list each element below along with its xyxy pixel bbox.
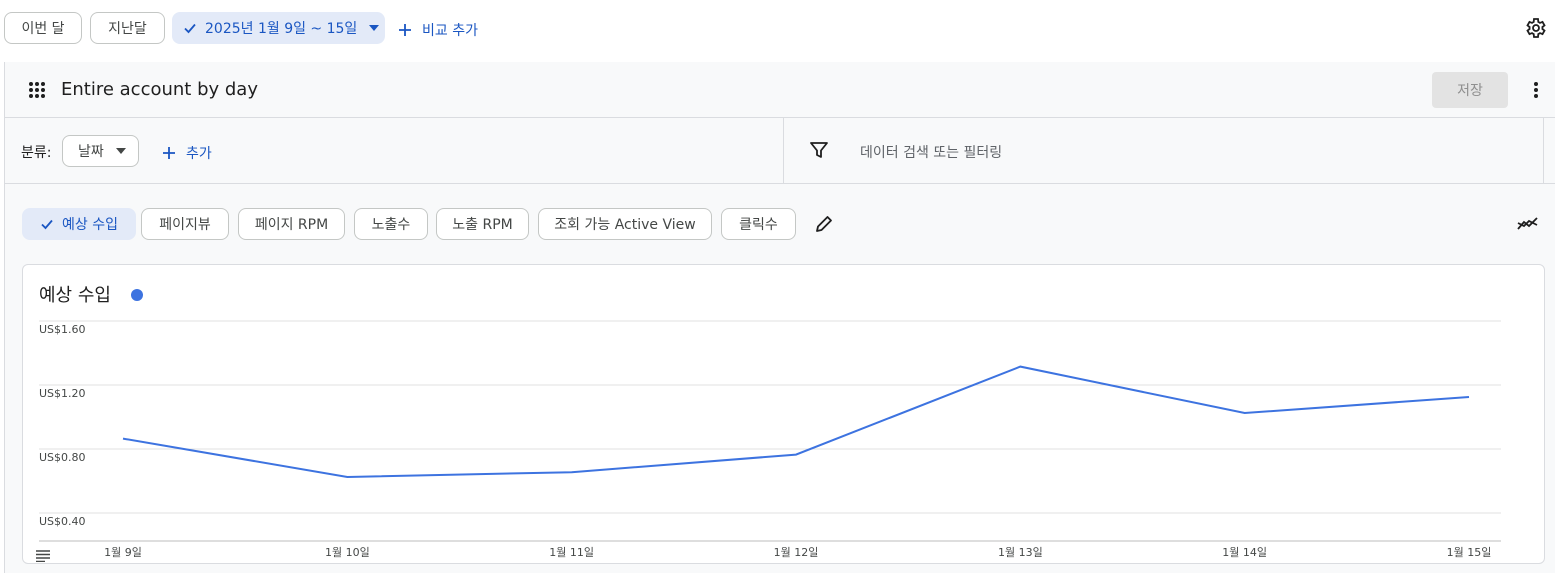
line-chart: US$0.40 US$0.80 US$1.20 US$1.60 1월 9일 1월 10일 1… [39,320,1501,559]
check-icon [183,21,197,35]
metric-label: 페이지뷰 [159,217,211,233]
last-month-label: 지난달 [108,21,147,37]
x-tick-label: 1월 15일 [1447,545,1492,559]
metric-chip-estimated-earnings[interactable]: 예상 수입 [22,208,136,240]
last-month-chip[interactable]: 지난달 [90,12,165,44]
this-month-chip[interactable]: 이번 달 [4,12,82,44]
divider [1543,118,1544,183]
metric-chip-clicks[interactable]: 클릭수 [721,208,796,240]
check-icon [40,217,54,231]
y-tick-label: US$1.20 [39,387,86,400]
add-compare-button[interactable]: 비교 추가 [398,20,478,40]
settings-gear-icon[interactable] [1523,16,1547,40]
metric-chip-page-rpm[interactable]: 페이지 RPM [238,208,345,240]
edit-pencil-icon[interactable] [814,214,834,238]
date-range-selector[interactable]: 2025년 1월 9일 ~ 15일 [172,12,385,44]
breakdown-value: 날짜 [78,144,104,160]
report-header: Entire account by day 저장 [5,62,1555,118]
report-panel: Entire account by day 저장 분류: 날짜 추가 데이터 검… [4,62,1555,573]
divider [783,118,784,183]
metric-chip-impressions[interactable]: 노출수 [354,208,428,240]
y-tick-label: US$0.40 [39,515,86,528]
this-month-label: 이번 달 [21,21,65,37]
search-filter-input[interactable]: 데이터 검색 또는 필터링 [860,142,1002,162]
chart-card: 예상 수입 US$0.40 US$0.80 US$1.20 US$1.60 1월 9일 1… [22,264,1545,564]
metric-chip-active-view[interactable]: 조회 가능 Active View [538,208,712,240]
add-compare-label: 비교 추가 [422,23,478,39]
y-tick-label: US$0.80 [39,451,86,464]
metric-label: 페이지 RPM [254,217,329,233]
x-tick-label: 1월 11일 [549,545,594,559]
filter-row: 분류: 날짜 추가 데이터 검색 또는 필터링 [5,118,1555,184]
x-tick-label: 1월 9일 [104,545,142,559]
breakdown-dropdown[interactable]: 날짜 [62,135,139,167]
metric-label: 노출 RPM [452,217,513,233]
date-range-label: 2025년 1월 9일 ~ 15일 [205,21,358,37]
add-breakdown-label: 추가 [186,146,212,162]
series-line [122,365,1470,479]
breakdown-label: 분류: [21,145,52,161]
dropdown-arrow-icon [115,148,126,154]
more-vert-icon[interactable] [1528,78,1544,102]
x-tick-label: 1월 10일 [325,545,370,559]
trend-compare-icon[interactable] [1517,214,1539,238]
dropdown-arrow-icon [369,25,380,31]
metric-label: 클릭수 [739,217,778,233]
metric-label: 노출수 [371,217,411,233]
y-tick-label: US$1.60 [39,323,86,336]
metric-chip-pageviews[interactable]: 페이지뷰 [141,208,229,240]
table-toggle-icon[interactable] [36,547,50,566]
report-title: Entire account by day [61,79,258,100]
x-tick-label: 1월 14일 [1222,545,1267,559]
x-tick-label: 1월 12일 [774,545,819,559]
metric-label: 조회 가능 Active View [554,217,696,233]
metric-chip-impression-rpm[interactable]: 노출 RPM [436,208,529,240]
top-toolbar: 이번 달 지난달 2025년 1월 9일 ~ 15일 비교 추가 [0,0,1555,62]
plus-icon [162,146,176,160]
plus-icon [398,23,412,37]
add-breakdown-button[interactable]: 추가 [162,143,212,163]
filter-icon [810,141,828,163]
apps-grid-icon[interactable] [28,81,46,103]
x-tick-label: 1월 13일 [998,545,1043,559]
metric-label: 예상 수입 [62,217,118,233]
save-button[interactable]: 저장 [1432,72,1508,108]
